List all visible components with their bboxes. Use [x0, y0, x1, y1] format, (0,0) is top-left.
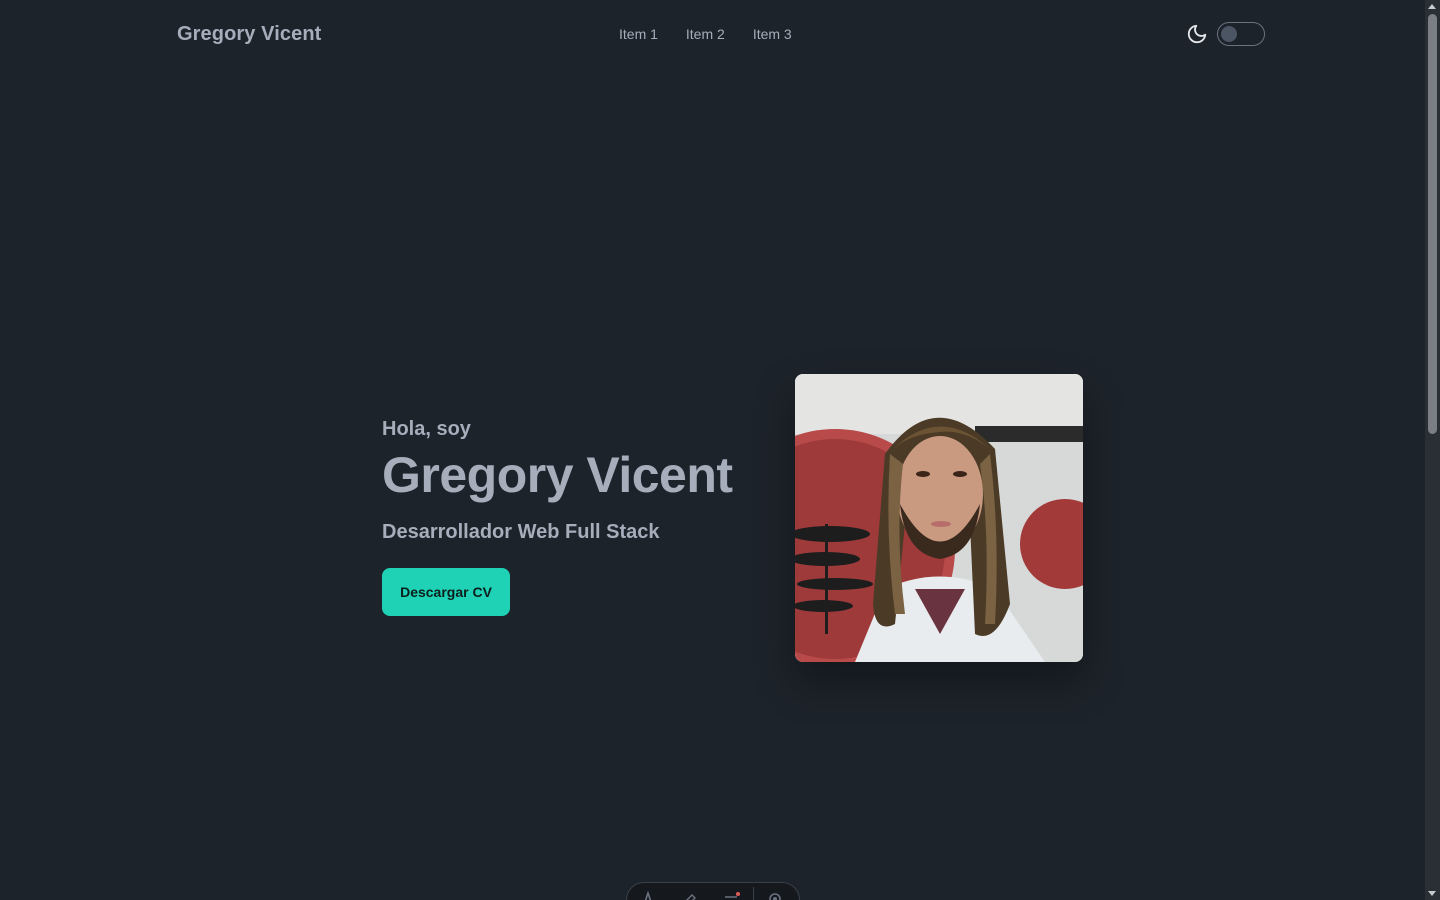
scroll-down-arrow[interactable]: [1428, 891, 1436, 896]
theme-toggle-knob: [1221, 26, 1237, 42]
nav-item-1[interactable]: Item 1: [607, 22, 674, 46]
page: Gregory Vicent Item 1 Item 2 Item 3 Hola…: [0, 0, 1440, 900]
hero-role: Desarrollador Web Full Stack: [382, 521, 660, 543]
page-scrollbar[interactable]: [1425, 0, 1440, 900]
hero-greeting: Hola, soy: [382, 418, 471, 440]
theme-controls: [1185, 22, 1265, 46]
bottom-dock: [626, 882, 800, 900]
hero-section: Hola, soy Gregory Vicent Desarrollador W…: [382, 418, 733, 616]
font-icon[interactable]: [627, 891, 669, 900]
theme-toggle[interactable]: [1217, 22, 1265, 46]
download-cv-button[interactable]: Descargar CV: [382, 568, 510, 616]
hero-name: Gregory Vicent: [382, 447, 733, 503]
nav-menu: Item 1 Item 2 Item 3: [607, 22, 808, 46]
nav-item-2[interactable]: Item 2: [674, 22, 741, 46]
nav-item-3[interactable]: Item 3: [741, 22, 808, 46]
menu-icon[interactable]: [711, 891, 753, 900]
profile-photo: [795, 374, 1083, 662]
moon-icon: [1185, 22, 1209, 46]
brand-logo[interactable]: Gregory Vicent: [177, 23, 321, 46]
navbar: Gregory Vicent Item 1 Item 2 Item 3: [177, 0, 1265, 68]
paint-icon[interactable]: [669, 891, 711, 900]
scroll-up-arrow[interactable]: [1428, 4, 1436, 9]
settings-icon[interactable]: [754, 891, 796, 900]
scrollbar-thumb[interactable]: [1428, 14, 1437, 434]
